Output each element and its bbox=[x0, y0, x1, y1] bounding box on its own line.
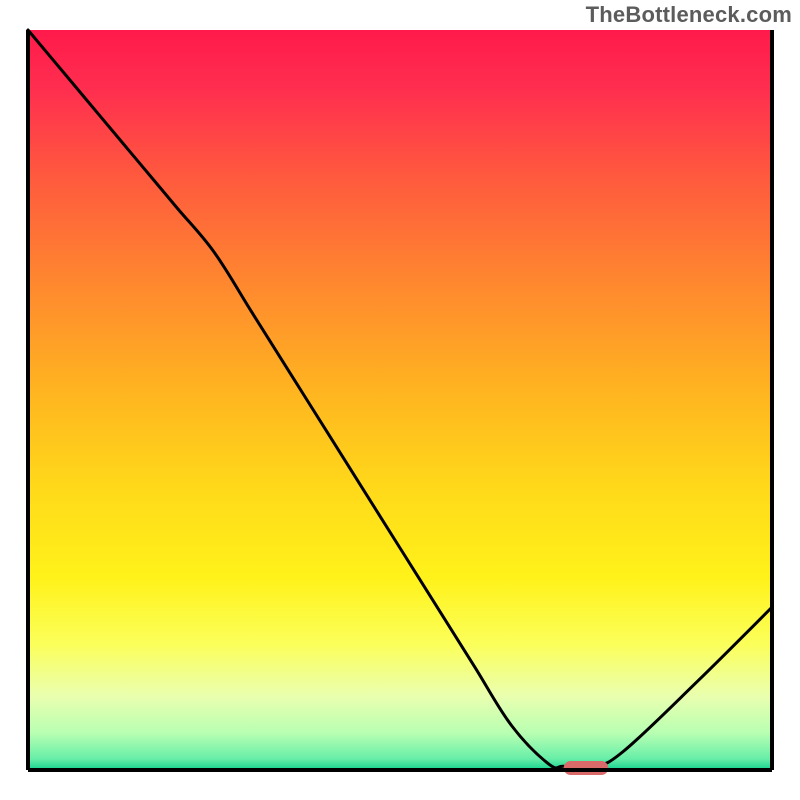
watermark-text: TheBottleneck.com bbox=[586, 2, 792, 28]
chart-container: { "watermark": "TheBottleneck.com", "cha… bbox=[0, 0, 800, 800]
plot-gradient-background bbox=[28, 30, 772, 770]
bottleneck-chart bbox=[0, 0, 800, 800]
